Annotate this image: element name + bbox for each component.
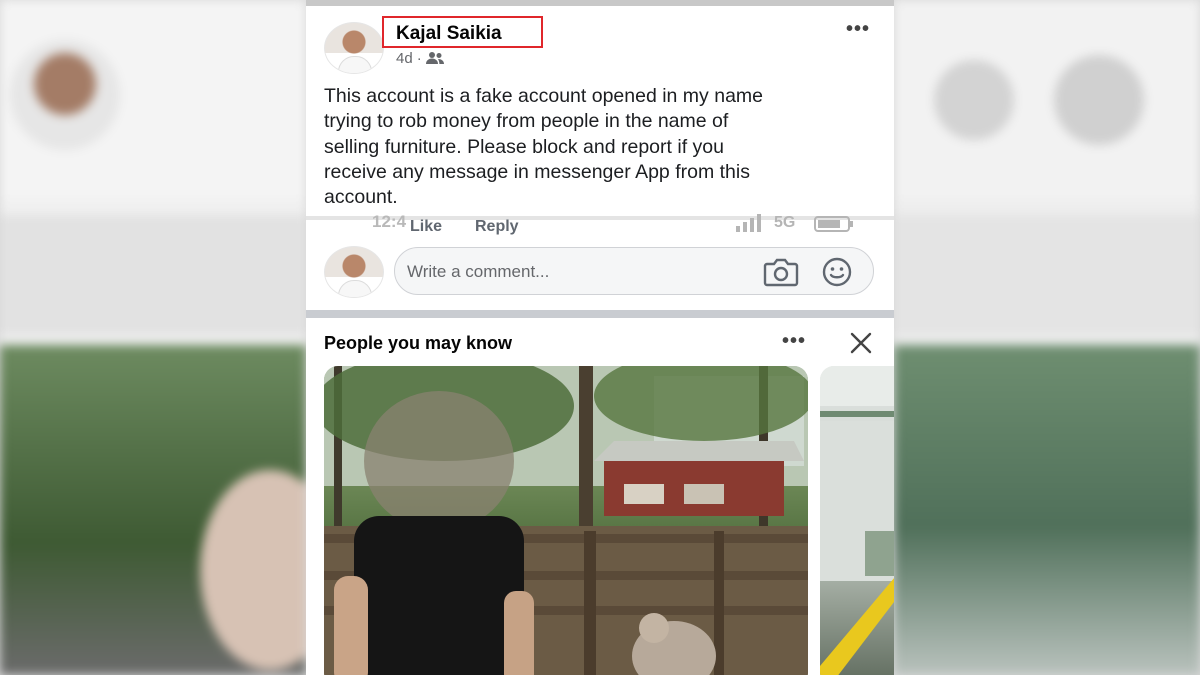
- post-text-line: selling furniture. Please block and repo…: [324, 135, 724, 158]
- comment-input[interactable]: Write a comment...: [394, 247, 874, 295]
- commenter-avatar: [324, 246, 384, 298]
- post-meta: 4d ·: [396, 50, 444, 67]
- blurred-background-right: [894, 0, 1200, 675]
- post-text-line: This account is a fake account opened in…: [324, 85, 763, 107]
- battery-icon: [814, 216, 853, 232]
- blurred-background-left: [0, 0, 306, 675]
- author-name[interactable]: Kajal Saikia: [396, 23, 502, 45]
- post-screenshot: Kajal Saikia 4d · ••• This account is a f…: [306, 0, 894, 675]
- post-text-line: trying to rob money from people in the n…: [324, 110, 729, 133]
- next-suggestion-card[interactable]: [820, 366, 894, 675]
- overlapped-status-row: 12:4 Like Reply 5G: [306, 212, 894, 238]
- reply-button[interactable]: Reply: [475, 218, 519, 236]
- post-options-button[interactable]: •••: [846, 18, 870, 41]
- bg-photo-band: [894, 345, 1200, 675]
- section-divider: [306, 310, 894, 318]
- bg-mid-band: [894, 215, 1200, 335]
- next-card-scene: [820, 366, 894, 675]
- pymk-options-button[interactable]: •••: [782, 330, 806, 353]
- meta-separator: ·: [416, 50, 422, 67]
- bg-circle: [934, 60, 1014, 140]
- post-text: This account is a fake account opened in…: [324, 84, 884, 210]
- pymk-title: People you may know: [324, 333, 513, 353]
- signal-icon: [736, 214, 761, 232]
- comment-placeholder: Write a comment...: [407, 262, 550, 281]
- like-button[interactable]: Like: [410, 218, 442, 236]
- top-edge: [306, 0, 894, 6]
- bg-mid-band: [0, 215, 306, 335]
- bg-avatar: [10, 40, 120, 150]
- status-clock: 12:4: [372, 212, 407, 231]
- suggested-person-photo[interactable]: [324, 366, 808, 675]
- post-text-line: receive any message in messenger App fro…: [324, 160, 750, 183]
- bg-circle: [1054, 55, 1144, 145]
- post-text-line: account.: [324, 186, 398, 209]
- network-type: 5G: [774, 214, 796, 231]
- smile-icon[interactable]: [822, 257, 852, 287]
- close-icon[interactable]: [848, 330, 874, 356]
- author-avatar[interactable]: [324, 22, 384, 74]
- friends-icon: [425, 52, 444, 64]
- post-time[interactable]: 4d: [396, 50, 413, 67]
- camera-icon[interactable]: [763, 257, 799, 287]
- photo-scene: [324, 366, 808, 675]
- author-highlight-box: Kajal Saikia: [382, 16, 543, 48]
